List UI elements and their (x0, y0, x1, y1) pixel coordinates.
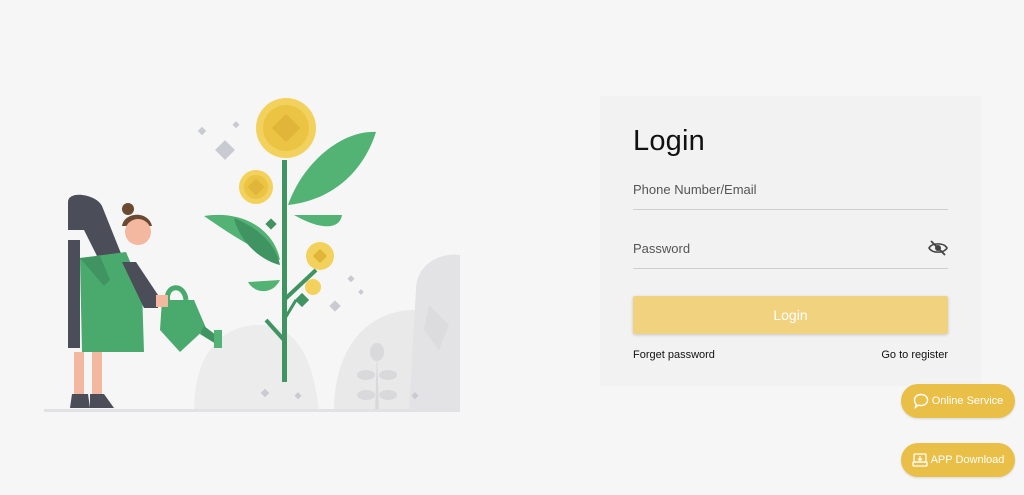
phone-email-input[interactable] (633, 170, 948, 209)
go-to-register-link[interactable]: Go to register (881, 349, 948, 361)
app-download-icon (911, 452, 928, 468)
app-download-button[interactable]: APP Download (901, 443, 1015, 477)
login-button[interactable]: Login (633, 296, 948, 334)
phone-email-field (633, 170, 948, 210)
app-download-label: APP Download (930, 454, 1005, 466)
password-field (633, 229, 948, 269)
password-input[interactable] (633, 229, 948, 268)
online-service-label: Online Service (931, 395, 1004, 407)
eye-slash-icon[interactable] (928, 240, 948, 256)
login-card: Login Login Forget password Go to regist… (600, 96, 981, 386)
chat-bubble-icon (913, 393, 929, 409)
login-title: Login (633, 125, 705, 157)
hero-illustration (44, 90, 460, 412)
forget-password-link[interactable]: Forget password (633, 349, 715, 361)
online-service-button[interactable]: Online Service (901, 384, 1015, 418)
